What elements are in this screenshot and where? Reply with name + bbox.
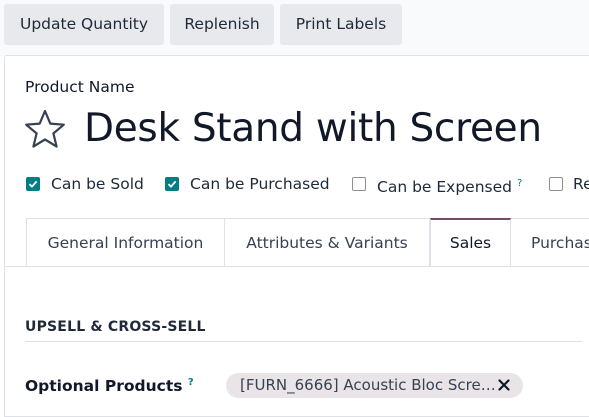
optional-product-tag[interactable]: [FURN_6666] Acoustic Bloc Scre… — [226, 373, 523, 398]
can-be-purchased-label[interactable]: Can be Purchased — [190, 173, 330, 195]
tab-purchase[interactable]: Purchase — [511, 218, 589, 266]
remove-tag-icon[interactable] — [496, 377, 512, 393]
product-name-label: Product Name — [25, 78, 135, 96]
section-title: UPSELL & CROSS-SELL — [25, 319, 206, 335]
favorite-star-icon[interactable] — [24, 108, 66, 150]
product-name-field[interactable]: Desk Stand with Screen — [84, 102, 542, 156]
can-be-expensed-label[interactable]: Can be Expensed ? — [377, 173, 522, 198]
can-be-expensed-checkbox[interactable] — [352, 177, 366, 191]
can-be-expensed-text: Can be Expensed — [377, 178, 512, 197]
update-quantity-button[interactable]: Update Quantity — [4, 4, 164, 45]
print-labels-button[interactable]: Print Labels — [280, 4, 402, 45]
optional-product-tag-label: [FURN_6666] Acoustic Bloc Scre… — [240, 376, 496, 394]
can-be-purchased-checkbox[interactable] — [165, 177, 179, 191]
can-be-sold-checkbox[interactable] — [26, 177, 40, 191]
help-icon[interactable]: ? — [517, 178, 522, 189]
control-panel: Update Quantity Replenish Print Labels — [0, 0, 589, 56]
help-icon[interactable]: ? — [188, 377, 194, 388]
tab-attributes-variants[interactable]: Attributes & Variants — [225, 218, 430, 266]
optional-products-text: Optional Products — [25, 377, 183, 396]
fourth-option-checkbox[interactable] — [549, 177, 563, 191]
replenish-button[interactable]: Replenish — [170, 4, 274, 45]
fourth-option-label[interactable]: Re — [573, 173, 589, 195]
tab-sales[interactable]: Sales — [430, 218, 511, 266]
tab-general-information[interactable]: General Information — [26, 218, 225, 266]
can-be-sold-label[interactable]: Can be Sold — [51, 173, 144, 195]
optional-products-label: Optional Products ? — [25, 372, 194, 397]
section-divider — [25, 341, 582, 342]
